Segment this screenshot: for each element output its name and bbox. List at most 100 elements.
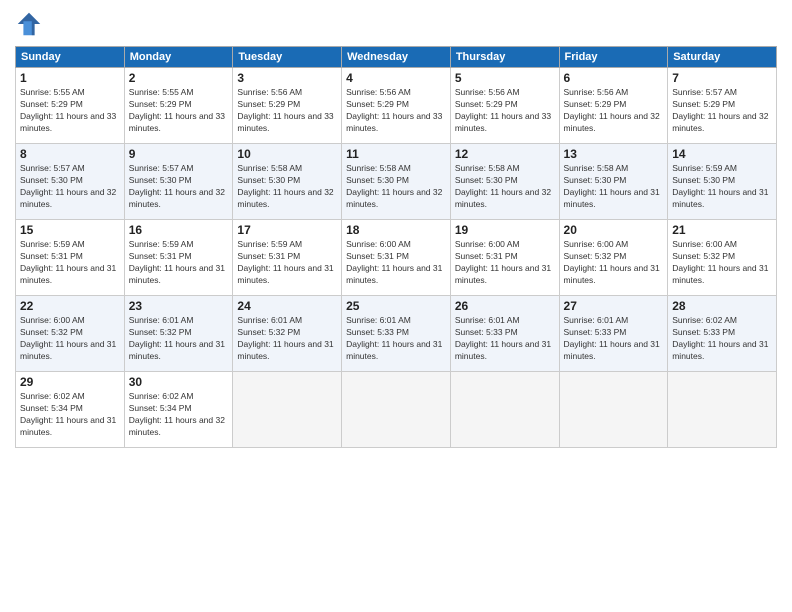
day-info: Sunrise: 6:01 AMSunset: 5:32 PMDaylight:… (237, 315, 337, 363)
logo (15, 10, 47, 38)
calendar-cell: 2 Sunrise: 5:55 AMSunset: 5:29 PMDayligh… (124, 68, 233, 144)
calendar-cell: 4 Sunrise: 5:56 AMSunset: 5:29 PMDayligh… (342, 68, 451, 144)
day-number: 1 (20, 71, 120, 85)
day-number: 7 (672, 71, 772, 85)
day-info: Sunrise: 5:58 AMSunset: 5:30 PMDaylight:… (455, 163, 555, 211)
day-info: Sunrise: 6:00 AMSunset: 5:32 PMDaylight:… (672, 239, 772, 287)
calendar-cell (342, 372, 451, 448)
day-number: 27 (564, 299, 664, 313)
calendar-cell: 6 Sunrise: 5:56 AMSunset: 5:29 PMDayligh… (559, 68, 668, 144)
calendar-cell: 21 Sunrise: 6:00 AMSunset: 5:32 PMDaylig… (668, 220, 777, 296)
day-number: 16 (129, 223, 229, 237)
day-number: 3 (237, 71, 337, 85)
day-info: Sunrise: 5:56 AMSunset: 5:29 PMDaylight:… (237, 87, 337, 135)
calendar-cell: 5 Sunrise: 5:56 AMSunset: 5:29 PMDayligh… (450, 68, 559, 144)
calendar-week-row: 15 Sunrise: 5:59 AMSunset: 5:31 PMDaylig… (16, 220, 777, 296)
day-number: 19 (455, 223, 555, 237)
calendar-week-row: 1 Sunrise: 5:55 AMSunset: 5:29 PMDayligh… (16, 68, 777, 144)
day-number: 20 (564, 223, 664, 237)
calendar-cell: 1 Sunrise: 5:55 AMSunset: 5:29 PMDayligh… (16, 68, 125, 144)
day-info: Sunrise: 6:00 AMSunset: 5:31 PMDaylight:… (455, 239, 555, 287)
day-info: Sunrise: 5:59 AMSunset: 5:30 PMDaylight:… (672, 163, 772, 211)
day-number: 29 (20, 375, 120, 389)
day-number: 12 (455, 147, 555, 161)
calendar-cell: 25 Sunrise: 6:01 AMSunset: 5:33 PMDaylig… (342, 296, 451, 372)
day-info: Sunrise: 5:56 AMSunset: 5:29 PMDaylight:… (455, 87, 555, 135)
day-number: 22 (20, 299, 120, 313)
day-info: Sunrise: 5:59 AMSunset: 5:31 PMDaylight:… (237, 239, 337, 287)
day-info: Sunrise: 5:56 AMSunset: 5:29 PMDaylight:… (346, 87, 446, 135)
calendar-week-row: 8 Sunrise: 5:57 AMSunset: 5:30 PMDayligh… (16, 144, 777, 220)
calendar-cell: 16 Sunrise: 5:59 AMSunset: 5:31 PMDaylig… (124, 220, 233, 296)
day-info: Sunrise: 6:00 AMSunset: 5:31 PMDaylight:… (346, 239, 446, 287)
day-info: Sunrise: 6:01 AMSunset: 5:32 PMDaylight:… (129, 315, 229, 363)
day-number: 13 (564, 147, 664, 161)
weekday-header: Monday (124, 47, 233, 68)
weekday-header: Wednesday (342, 47, 451, 68)
calendar-cell: 24 Sunrise: 6:01 AMSunset: 5:32 PMDaylig… (233, 296, 342, 372)
day-info: Sunrise: 5:59 AMSunset: 5:31 PMDaylight:… (129, 239, 229, 287)
calendar-cell: 29 Sunrise: 6:02 AMSunset: 5:34 PMDaylig… (16, 372, 125, 448)
day-number: 11 (346, 147, 446, 161)
calendar-cell (559, 372, 668, 448)
day-info: Sunrise: 5:59 AMSunset: 5:31 PMDaylight:… (20, 239, 120, 287)
calendar-cell: 19 Sunrise: 6:00 AMSunset: 5:31 PMDaylig… (450, 220, 559, 296)
weekday-header: Friday (559, 47, 668, 68)
calendar-week-row: 22 Sunrise: 6:00 AMSunset: 5:32 PMDaylig… (16, 296, 777, 372)
calendar-cell: 22 Sunrise: 6:00 AMSunset: 5:32 PMDaylig… (16, 296, 125, 372)
day-number: 30 (129, 375, 229, 389)
weekday-header-row: SundayMondayTuesdayWednesdayThursdayFrid… (16, 47, 777, 68)
day-number: 21 (672, 223, 772, 237)
day-info: Sunrise: 6:01 AMSunset: 5:33 PMDaylight:… (564, 315, 664, 363)
calendar-cell: 10 Sunrise: 5:58 AMSunset: 5:30 PMDaylig… (233, 144, 342, 220)
day-info: Sunrise: 6:01 AMSunset: 5:33 PMDaylight:… (455, 315, 555, 363)
calendar-cell (233, 372, 342, 448)
calendar-cell: 13 Sunrise: 5:58 AMSunset: 5:30 PMDaylig… (559, 144, 668, 220)
day-number: 6 (564, 71, 664, 85)
day-info: Sunrise: 6:02 AMSunset: 5:34 PMDaylight:… (20, 391, 120, 439)
calendar-cell: 7 Sunrise: 5:57 AMSunset: 5:29 PMDayligh… (668, 68, 777, 144)
logo-icon (15, 10, 43, 38)
calendar-cell: 23 Sunrise: 6:01 AMSunset: 5:32 PMDaylig… (124, 296, 233, 372)
calendar-week-row: 29 Sunrise: 6:02 AMSunset: 5:34 PMDaylig… (16, 372, 777, 448)
calendar-cell: 3 Sunrise: 5:56 AMSunset: 5:29 PMDayligh… (233, 68, 342, 144)
day-number: 5 (455, 71, 555, 85)
day-info: Sunrise: 5:58 AMSunset: 5:30 PMDaylight:… (346, 163, 446, 211)
day-number: 18 (346, 223, 446, 237)
day-info: Sunrise: 5:56 AMSunset: 5:29 PMDaylight:… (564, 87, 664, 135)
day-number: 4 (346, 71, 446, 85)
day-number: 28 (672, 299, 772, 313)
day-info: Sunrise: 5:57 AMSunset: 5:30 PMDaylight:… (129, 163, 229, 211)
day-info: Sunrise: 5:55 AMSunset: 5:29 PMDaylight:… (129, 87, 229, 135)
calendar-cell: 27 Sunrise: 6:01 AMSunset: 5:33 PMDaylig… (559, 296, 668, 372)
calendar-cell: 14 Sunrise: 5:59 AMSunset: 5:30 PMDaylig… (668, 144, 777, 220)
calendar-cell: 28 Sunrise: 6:02 AMSunset: 5:33 PMDaylig… (668, 296, 777, 372)
day-number: 17 (237, 223, 337, 237)
calendar-cell: 9 Sunrise: 5:57 AMSunset: 5:30 PMDayligh… (124, 144, 233, 220)
calendar-cell (668, 372, 777, 448)
day-number: 2 (129, 71, 229, 85)
day-number: 23 (129, 299, 229, 313)
day-info: Sunrise: 5:58 AMSunset: 5:30 PMDaylight:… (237, 163, 337, 211)
day-info: Sunrise: 6:00 AMSunset: 5:32 PMDaylight:… (564, 239, 664, 287)
day-number: 15 (20, 223, 120, 237)
day-info: Sunrise: 5:57 AMSunset: 5:30 PMDaylight:… (20, 163, 120, 211)
day-number: 10 (237, 147, 337, 161)
day-info: Sunrise: 6:00 AMSunset: 5:32 PMDaylight:… (20, 315, 120, 363)
day-info: Sunrise: 6:01 AMSunset: 5:33 PMDaylight:… (346, 315, 446, 363)
day-number: 25 (346, 299, 446, 313)
calendar-cell: 15 Sunrise: 5:59 AMSunset: 5:31 PMDaylig… (16, 220, 125, 296)
calendar-cell: 30 Sunrise: 6:02 AMSunset: 5:34 PMDaylig… (124, 372, 233, 448)
calendar-cell: 20 Sunrise: 6:00 AMSunset: 5:32 PMDaylig… (559, 220, 668, 296)
weekday-header: Sunday (16, 47, 125, 68)
header (15, 10, 777, 38)
day-info: Sunrise: 5:55 AMSunset: 5:29 PMDaylight:… (20, 87, 120, 135)
calendar-page: SundayMondayTuesdayWednesdayThursdayFrid… (0, 0, 792, 612)
calendar-cell: 12 Sunrise: 5:58 AMSunset: 5:30 PMDaylig… (450, 144, 559, 220)
weekday-header: Thursday (450, 47, 559, 68)
day-info: Sunrise: 5:58 AMSunset: 5:30 PMDaylight:… (564, 163, 664, 211)
day-info: Sunrise: 5:57 AMSunset: 5:29 PMDaylight:… (672, 87, 772, 135)
calendar-cell: 18 Sunrise: 6:00 AMSunset: 5:31 PMDaylig… (342, 220, 451, 296)
calendar-cell (450, 372, 559, 448)
weekday-header: Saturday (668, 47, 777, 68)
